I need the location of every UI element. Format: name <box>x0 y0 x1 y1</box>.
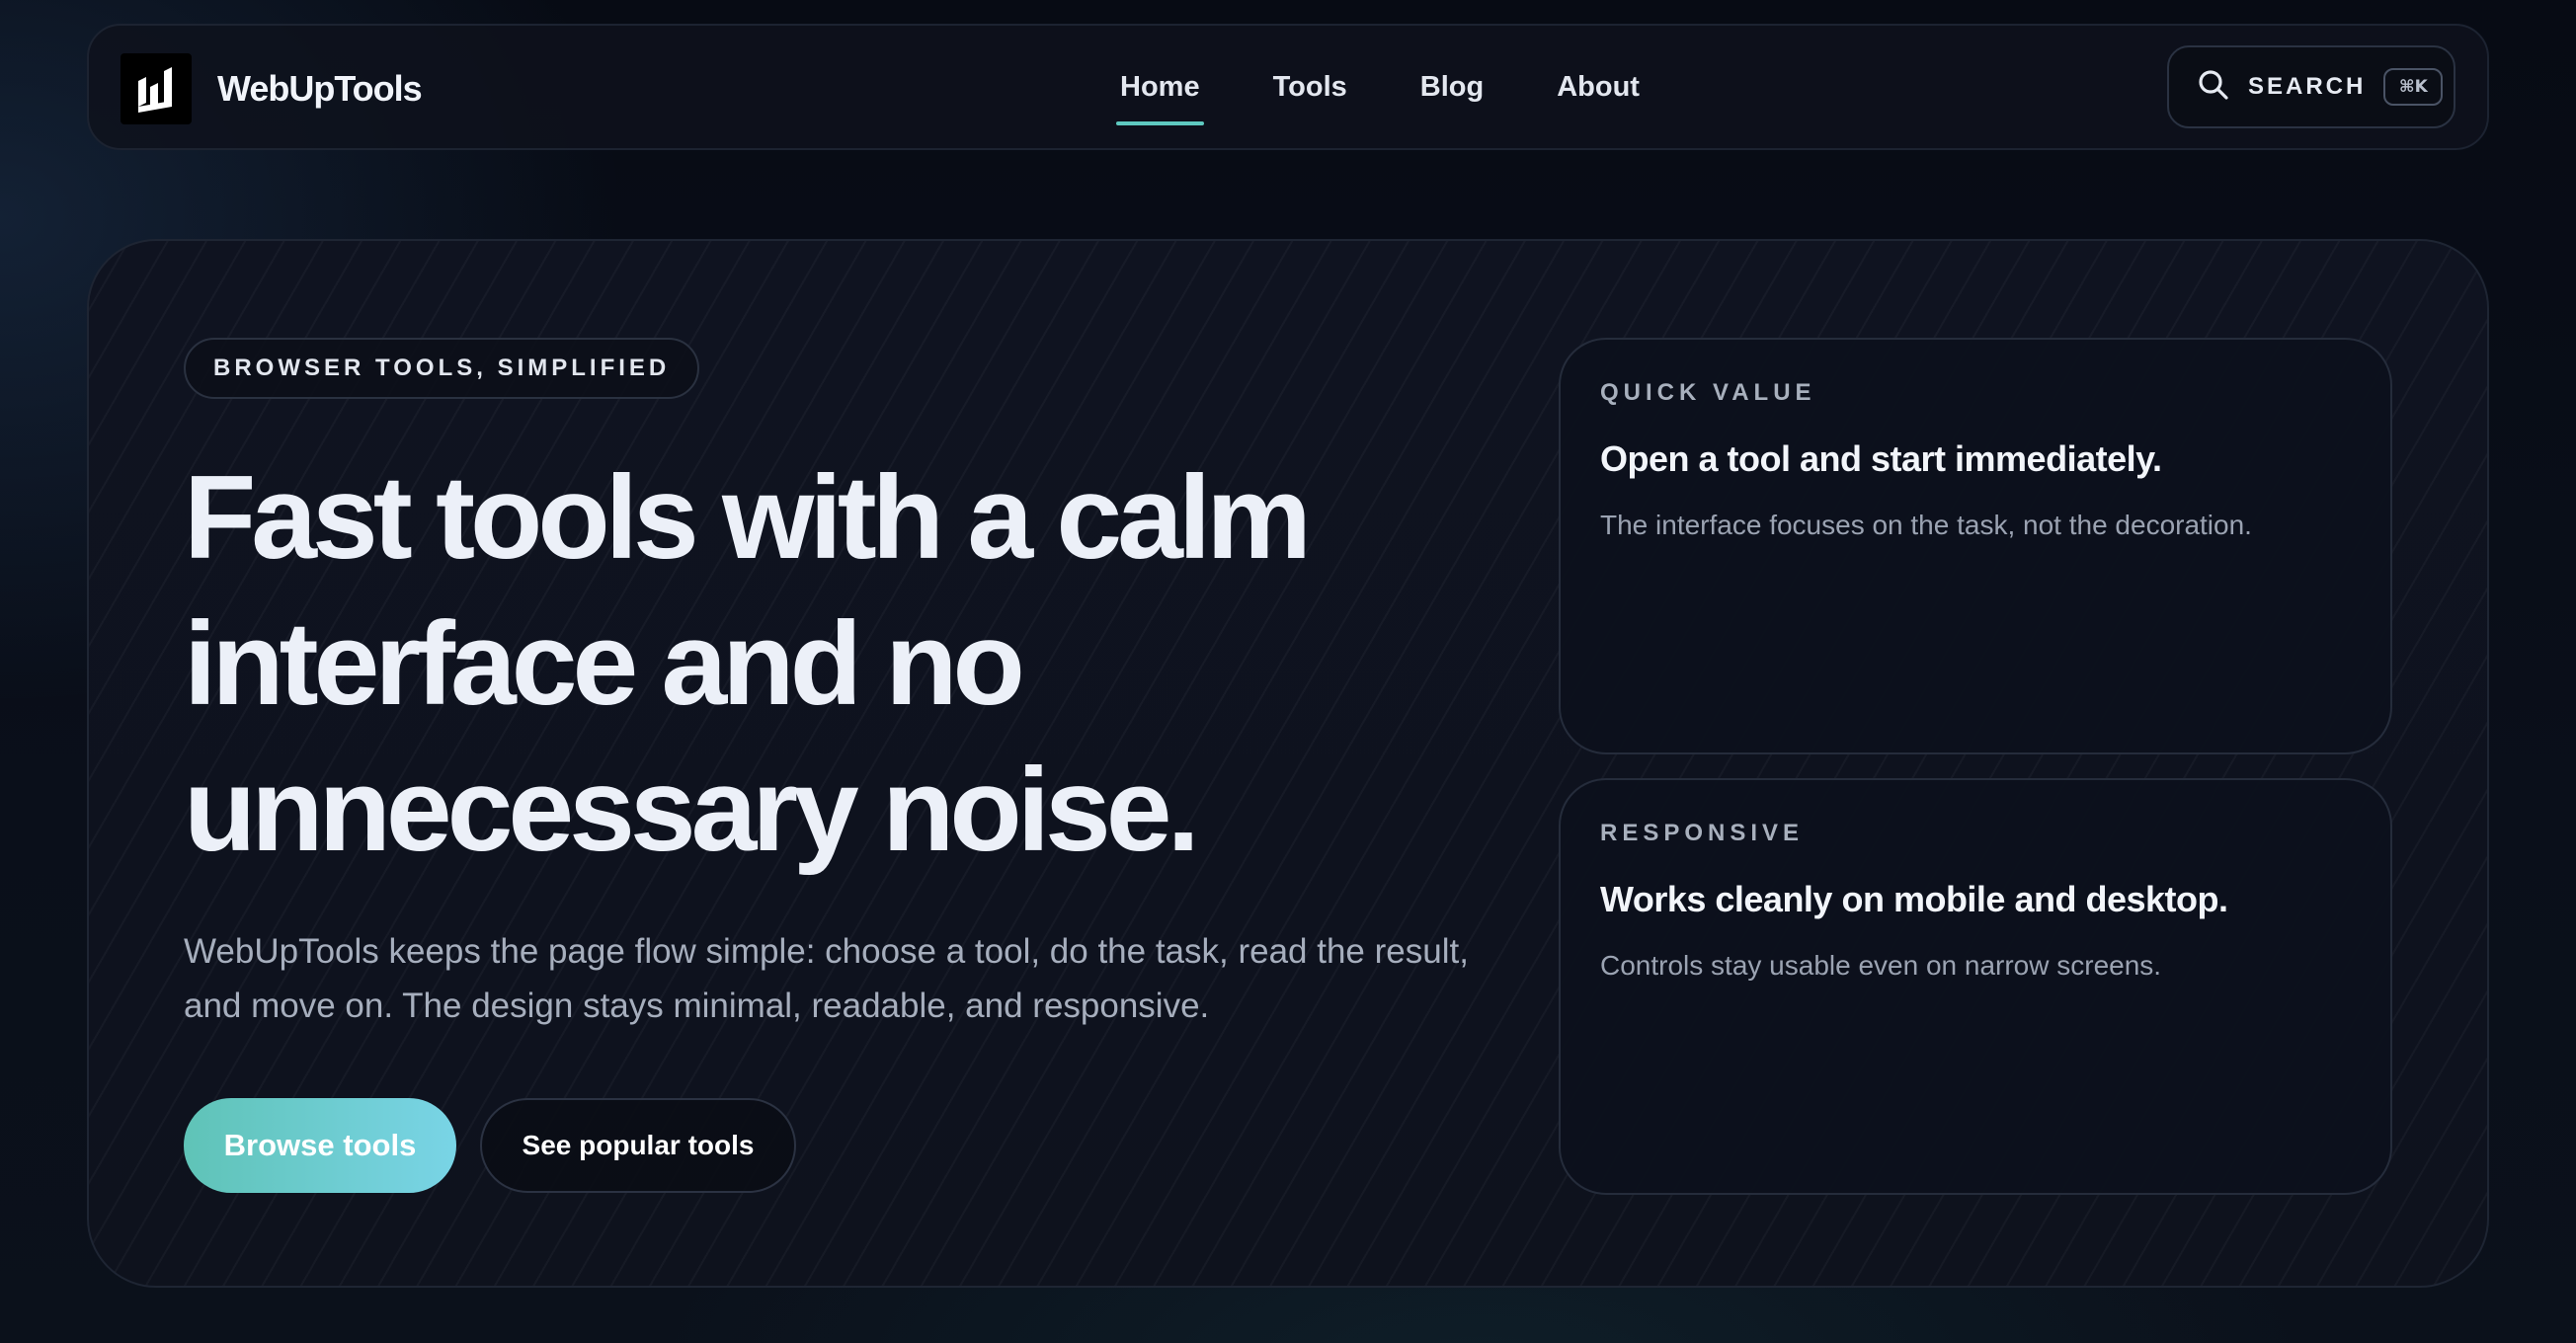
nav-item-about[interactable]: About <box>1557 67 1640 107</box>
nav-item-tools[interactable]: Tools <box>1273 67 1347 107</box>
brand-name: WebUpTools <box>217 68 423 109</box>
browse-tools-button[interactable]: Browse tools <box>184 1098 456 1193</box>
hero-section: BROWSER TOOLS, SIMPLIFIED Fast tools wit… <box>87 239 2489 1288</box>
hero-title: Fast tools with a calm interface and no … <box>184 451 1312 876</box>
search-button[interactable]: SEARCH ⌘K <box>2167 45 2455 128</box>
search-icon <box>2197 68 2230 107</box>
card-text: Controls stay usable even on narrow scre… <box>1600 950 2162 981</box>
card-title: Works cleanly on mobile and desktop. <box>1600 879 2228 919</box>
webuptools-logo-icon <box>121 53 192 124</box>
hero-cta-row: Browse tools See popular tools <box>184 1098 796 1193</box>
see-popular-tools-button[interactable]: See popular tools <box>480 1098 796 1193</box>
quick-value-card: QUICK VALUE Open a tool and start immedi… <box>1559 338 2392 754</box>
search-label: SEARCH <box>2248 73 2367 100</box>
card-text: The interface focuses on the task, not t… <box>1600 510 2252 540</box>
responsive-card: RESPONSIVE Works cleanly on mobile and d… <box>1559 778 2392 1195</box>
search-shortcut-badge: ⌘K <box>2383 68 2444 106</box>
card-title: Open a tool and start immediately. <box>1600 438 2162 479</box>
main-nav: Home Tools Blog About <box>1116 26 1640 148</box>
brand-link[interactable]: WebUpTools <box>121 53 423 124</box>
nav-item-blog[interactable]: Blog <box>1420 67 1484 107</box>
card-eyebrow: RESPONSIVE <box>1600 820 1805 846</box>
hero-eyebrow-badge: BROWSER TOOLS, SIMPLIFIED <box>184 338 700 399</box>
card-eyebrow: QUICK VALUE <box>1600 379 1816 406</box>
nav-item-home[interactable]: Home <box>1116 67 1204 125</box>
hero-description: WebUpTools keeps the page flow simple: c… <box>184 932 1469 1025</box>
site-header: WebUpTools Home Tools Blog About SEARCH … <box>87 24 2489 150</box>
